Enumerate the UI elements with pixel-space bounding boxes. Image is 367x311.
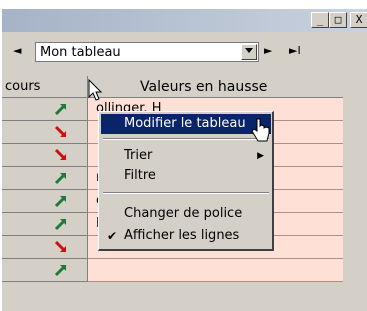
trend-down-arrow-icon [54, 148, 66, 160]
menu-item-label: Modifier le tableau [124, 116, 246, 131]
menu-item-label: Afficher les lignes [124, 228, 240, 243]
menu-item-label: Filtre [124, 168, 156, 183]
left-arrow-icon: ◄ [13, 44, 22, 57]
value-cell [88, 259, 343, 282]
trend-cell [2, 144, 88, 167]
trend-cell [2, 259, 88, 282]
trend-up-arrow-icon [54, 104, 66, 116]
checkmark-icon: ✔ [107, 229, 118, 243]
view-select[interactable]: Mon tableau [35, 42, 259, 62]
context-menu: Modifier le tableau Trier ▶ Filtre Change… [98, 111, 274, 251]
last-arrow-icon: ►I [289, 44, 301, 57]
minimize-button[interactable]: _ [311, 12, 329, 28]
table-row[interactable] [2, 259, 343, 282]
menu-item-modifier-le-tableau[interactable]: Modifier le tableau [101, 114, 271, 134]
trend-cell [2, 98, 88, 121]
arrow-cursor-icon [88, 79, 103, 101]
trend-cell [2, 213, 88, 236]
trend-cell [2, 121, 88, 144]
app-window: _ □ X ◄ Mon tableau ► ►I cours Valeurs e… [2, 9, 367, 311]
column-header-valeurs[interactable]: Valeurs en hausse [88, 76, 343, 98]
toolbar: ◄ Mon tableau ► ►I [2, 33, 367, 73]
trend-up-arrow-icon [54, 265, 66, 277]
maximize-button[interactable]: □ [329, 12, 347, 28]
menu-item-filtre[interactable]: Filtre [101, 166, 271, 186]
trend-down-arrow-icon [54, 240, 66, 252]
trend-cell [2, 167, 88, 190]
next-button[interactable]: ► [264, 44, 272, 57]
close-icon: X [355, 13, 363, 26]
submenu-arrow-icon: ▶ [257, 151, 264, 161]
view-select-value: Mon tableau [40, 45, 121, 60]
dropdown-button[interactable] [241, 44, 257, 60]
last-button[interactable]: ►I [289, 44, 301, 57]
column-header-cours[interactable]: cours [2, 76, 88, 98]
menu-separator [103, 138, 269, 140]
trend-up-arrow-icon [54, 196, 66, 208]
trend-cell [2, 190, 88, 213]
previous-button[interactable]: ◄ [13, 44, 21, 57]
trend-up-arrow-icon [54, 219, 66, 231]
menu-item-changer-de-police[interactable]: Changer de police [101, 204, 271, 224]
menu-item-trier[interactable]: Trier ▶ [101, 146, 271, 166]
minimize-icon: _ [316, 13, 324, 26]
hand-pointer-cursor-icon [251, 118, 270, 142]
menu-item-label: Changer de police [124, 206, 243, 221]
vertical-scrollbar[interactable] [343, 76, 367, 311]
menu-separator [103, 192, 269, 194]
right-arrow-icon: ► [264, 44, 273, 57]
trend-cell [2, 236, 88, 259]
trend-up-arrow-icon [54, 173, 66, 185]
trend-down-arrow-icon [54, 125, 66, 137]
menu-item-label: Trier [124, 148, 153, 163]
maximize-icon: □ [334, 13, 342, 26]
title-bar: _ □ X [2, 9, 367, 32]
menu-item-afficher-les-lignes[interactable]: ✔ Afficher les lignes [101, 226, 271, 246]
chevron-down-icon [245, 48, 253, 53]
close-button[interactable]: X [350, 12, 367, 28]
